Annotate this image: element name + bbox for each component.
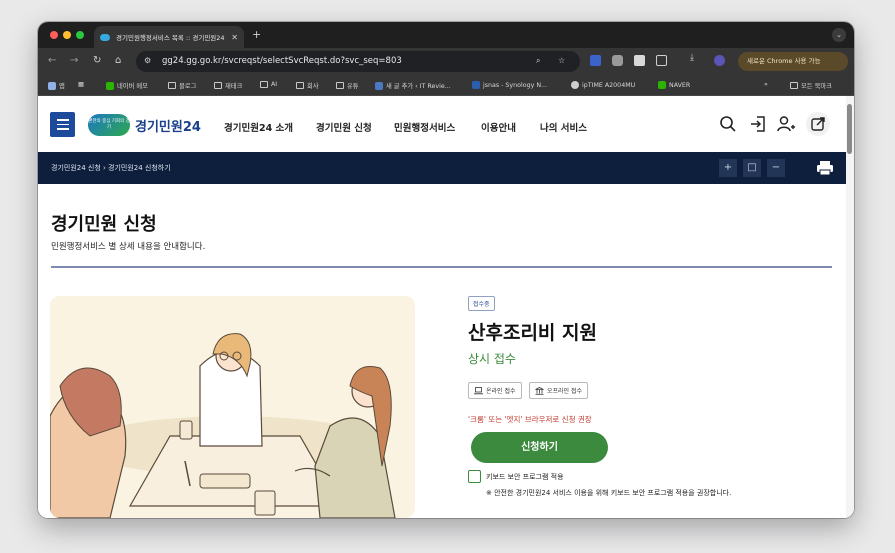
site-settings-icon[interactable]: ⚙ xyxy=(144,56,151,65)
keyboard-security-label[interactable]: 키보드 보안 프로그램 적용 xyxy=(486,472,564,482)
apply-button[interactable]: 신청하기 xyxy=(471,432,608,463)
camera-icon[interactable] xyxy=(612,55,623,66)
minimize-window-button[interactable] xyxy=(63,31,71,39)
bookmark-it-review[interactable]: 새 글 추가 ‹ IT Revie... xyxy=(375,81,451,90)
zoom-in-button[interactable]: + xyxy=(719,159,737,177)
reload-icon[interactable]: ↻ xyxy=(93,55,101,66)
extension-icon[interactable] xyxy=(590,55,601,66)
logo-badge[interactable]: 편한의 중심 기회의 경기 xyxy=(88,114,130,136)
service-title: 산후조리비 지원 xyxy=(468,322,597,344)
external-link-button[interactable] xyxy=(806,112,830,136)
back-icon[interactable]: ← xyxy=(48,55,56,66)
tab-title: 경기민원행정서비스 목록 :: 경기민원24 xyxy=(116,34,225,42)
laptop-icon xyxy=(474,386,483,394)
download-icon[interactable]: ⤓ xyxy=(690,53,701,64)
site-logo-text[interactable]: 경기민원24 xyxy=(135,116,201,135)
zoom-icon[interactable]: ⌕ xyxy=(536,56,540,66)
building-icon xyxy=(535,386,544,395)
web-page: 편한의 중심 기회의 경기 경기민원24 경기민원24 소개 경기민원 신청 민… xyxy=(38,96,854,518)
online-application-badge: 온라인 접수 xyxy=(468,382,522,399)
bookmark-folder-youtube[interactable]: 유튜 xyxy=(336,81,359,90)
address-bar[interactable]: ⚙ gg24.gg.go.kr/svcreqst/selectSvcReqst.… xyxy=(136,51,580,72)
new-tab-button[interactable]: + xyxy=(252,28,261,41)
site-header: 편한의 중심 기회의 경기 경기민원24 경기민원24 소개 경기민원 신청 민… xyxy=(38,96,846,152)
offline-application-badge: 오프라인 접수 xyxy=(529,382,589,399)
tab-search-button[interactable]: ⌄ xyxy=(832,28,846,42)
nav-item-my-service[interactable]: 나의 서비스 xyxy=(540,120,587,134)
search-icon[interactable] xyxy=(718,114,738,134)
puzzle-icon[interactable] xyxy=(656,55,667,66)
bookmark-apps[interactable]: 앱 xyxy=(48,81,65,90)
bookmark-naver-memo[interactable]: 네이버 메모 xyxy=(106,81,148,90)
breadcrumb-bar: 경기민원24 신청 › 경기민원24 신청하기 + □ − xyxy=(38,152,846,184)
browser-recommendation: '크롬' 또는 '엣지' 브라우저로 신청 권장 xyxy=(468,415,592,424)
url-text: gg24.gg.go.kr/svcreqst/selectSvcReqst.do… xyxy=(162,56,402,66)
page-subtitle: 민원행정서비스 별 상세 내용을 안내합니다. xyxy=(51,242,206,252)
tab-close-icon[interactable]: ✕ xyxy=(231,33,238,42)
all-bookmarks-folder[interactable]: 모든 북마크 xyxy=(790,81,832,90)
bookmarks-bar: 앱 ▦ 네이버 메모 블로그 재테크 AI 회사 유튜 새 글 추가 ‹ IT … xyxy=(38,76,854,96)
login-icon[interactable] xyxy=(748,114,768,134)
chrome-update-button[interactable]: 새로운 Chrome 사용 가능 xyxy=(738,52,848,71)
tab-strip: 경기민원행정서비스 목록 :: 경기민원24 ✕ + ⌄ xyxy=(38,22,854,48)
zoom-reset-button[interactable]: □ xyxy=(743,159,761,177)
home-icon[interactable]: ⌂ xyxy=(115,55,121,66)
status-badge: 접수중 xyxy=(468,296,495,311)
keyboard-security-checkbox[interactable] xyxy=(468,470,481,483)
extension-icon[interactable] xyxy=(634,55,645,66)
add-user-icon[interactable] xyxy=(776,114,796,134)
bookmark-iptime[interactable]: ipTIME A2004MU xyxy=(571,81,635,89)
nav-item-admin-services[interactable]: 민원행정서비스 xyxy=(394,120,455,134)
bookmark-star-icon[interactable]: ☆ xyxy=(558,56,565,65)
bookmark-naver[interactable]: NAVER xyxy=(658,81,690,89)
grid-icon[interactable]: ▦ xyxy=(78,81,84,88)
zoom-out-button[interactable]: − xyxy=(767,159,785,177)
breadcrumb[interactable]: 경기민원24 신청 › 경기민원24 신청하기 xyxy=(51,163,171,173)
maximize-window-button[interactable] xyxy=(76,31,84,39)
external-link-icon xyxy=(811,117,825,131)
service-status: 상시 접수 xyxy=(468,352,516,366)
close-window-button[interactable] xyxy=(50,31,58,39)
page-scrollbar[interactable] xyxy=(846,96,854,518)
page-title: 경기민원 신청 xyxy=(51,214,157,235)
bookmark-folder-ai[interactable]: AI xyxy=(260,81,277,88)
browser-tab[interactable]: 경기민원행정서비스 목록 :: 경기민원24 ✕ xyxy=(94,26,244,48)
bookmark-synology[interactable]: jsnas - Synology N... xyxy=(472,81,547,89)
scrollbar-thumb[interactable] xyxy=(847,104,852,154)
print-icon[interactable] xyxy=(816,160,834,176)
favicon-icon xyxy=(100,33,110,41)
profile-avatar[interactable] xyxy=(714,55,725,66)
bookmark-folder-finance[interactable]: 재테크 xyxy=(214,81,242,90)
bookmark-folder-company[interactable]: 회사 xyxy=(296,81,319,90)
hamburger-menu-button[interactable] xyxy=(50,112,75,137)
browser-toolbar: ← → ↻ ⌂ ⚙ gg24.gg.go.kr/svcreqst/selectS… xyxy=(38,48,854,76)
nav-item-apply[interactable]: 경기민원 신청 xyxy=(316,120,372,134)
browser-window: 경기민원행정서비스 목록 :: 경기민원24 ✕ + ⌄ ← → ↻ ⌂ ⚙ g… xyxy=(38,22,854,518)
nav-item-guide[interactable]: 이용안내 xyxy=(481,120,516,134)
service-illustration xyxy=(50,296,415,518)
keyboard-security-note: ※ 안전한 경기민원24 서비스 이용을 위해 키보드 보안 프로그램 적용을 … xyxy=(486,489,732,497)
bookmark-folder-blog[interactable]: 블로그 xyxy=(168,81,196,90)
forward-icon[interactable]: → xyxy=(70,55,78,66)
nav-item-intro[interactable]: 경기민원24 소개 xyxy=(224,120,293,134)
divider xyxy=(51,266,832,268)
bookmarks-more-button[interactable]: » xyxy=(764,81,768,88)
